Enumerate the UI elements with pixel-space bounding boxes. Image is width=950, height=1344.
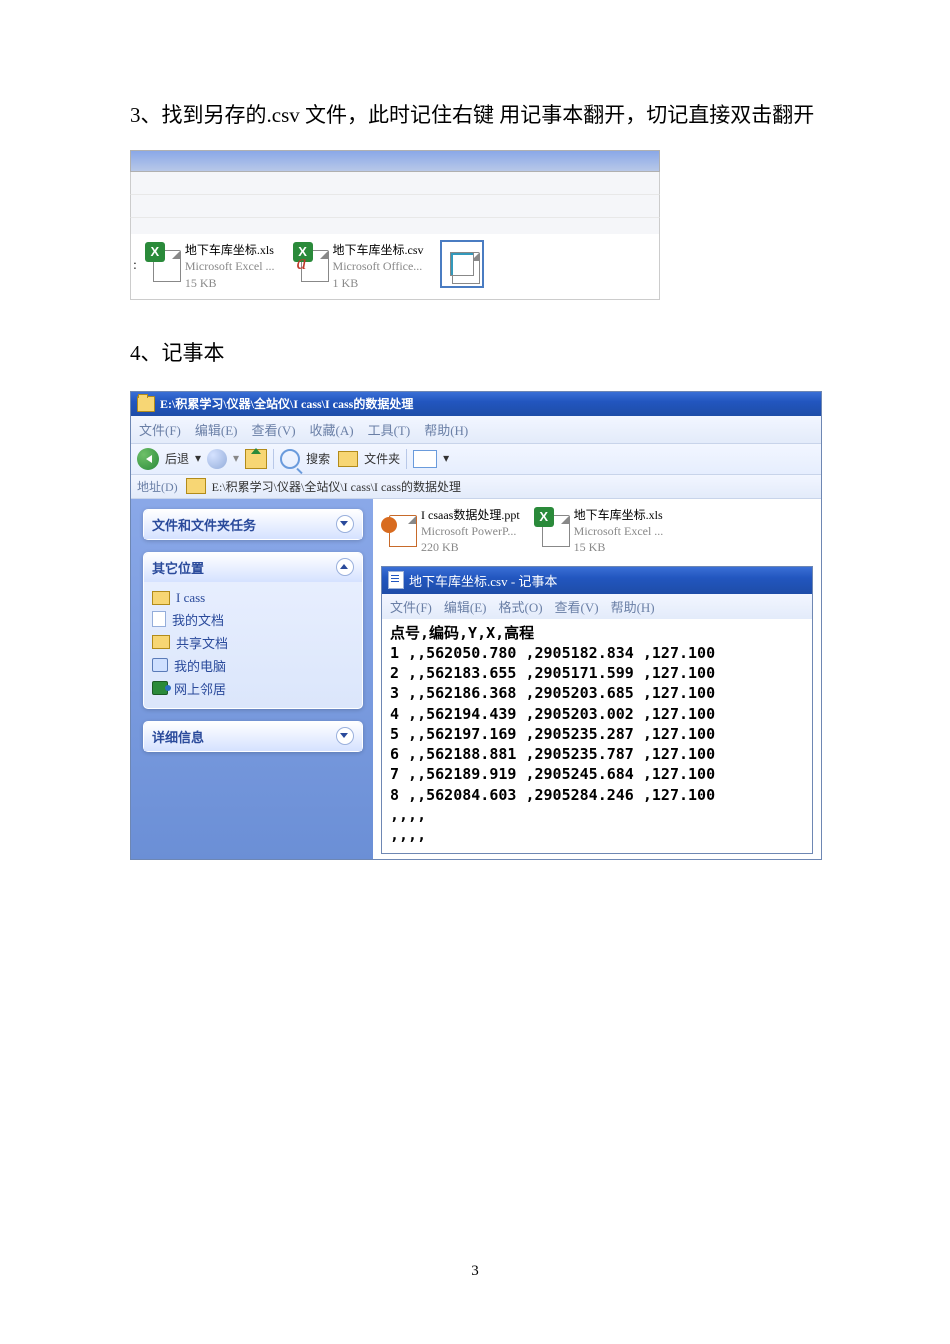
explorer-sidepanel: 文件和文件夹任务 其它位置 I cass 我的文档 共享文档 我的电脑 网上邻居… — [131, 499, 373, 859]
notepad-icon — [388, 571, 404, 589]
task-other-places[interactable]: 其它位置 I cass 我的文档 共享文档 我的电脑 网上邻居 — [143, 552, 363, 709]
back-button[interactable] — [137, 448, 159, 470]
nav-cass[interactable]: I cass — [152, 588, 354, 608]
file-tile-xls[interactable]: X 地下车库坐标.xlsMicrosoft Excel ...15 KB — [534, 507, 664, 556]
chevron-down-icon[interactable] — [336, 515, 354, 533]
paragraph-4: 4、记事本 — [130, 330, 820, 376]
search-icon[interactable] — [280, 449, 300, 469]
excel-icon: X — [534, 507, 570, 547]
generic-file-icon — [444, 244, 480, 284]
nav-network[interactable]: 网上邻居 — [152, 677, 354, 700]
folder-icon — [186, 478, 206, 494]
paragraph-3: 3、找到另存的.csv 文件，此时记住右键 用记事本翻开，切记直接双击翻开 — [130, 92, 820, 138]
file-tile-xls[interactable]: X 地下车库坐标.xls Microsoft Excel ... 15 KB — [145, 242, 275, 291]
up-button[interactable] — [245, 449, 267, 469]
folders-icon[interactable] — [338, 451, 358, 467]
notepad-content[interactable]: 点号,编码,Y,X,高程 1 ,,562050.780 ,2905182.834… — [382, 619, 812, 854]
folder-icon — [137, 396, 155, 412]
file-tile-selected[interactable] — [442, 242, 482, 286]
folder-icon — [152, 591, 170, 605]
chevron-down-icon[interactable] — [336, 727, 354, 745]
task-file-folder[interactable]: 文件和文件夹任务 — [143, 509, 363, 540]
network-icon — [152, 681, 168, 695]
address-bar[interactable]: 地址(D) E:\积累学习\仪器\全站仪\I cass\I cass的数据处理 — [131, 475, 821, 499]
notepad-menubar[interactable]: 文件(F)编辑(E)格式(O)查看(V)帮助(H) — [382, 594, 812, 619]
document-icon — [152, 611, 166, 627]
views-button[interactable] — [413, 450, 437, 468]
ppt-icon — [381, 507, 417, 547]
nav-mypc[interactable]: 我的电脑 — [152, 654, 354, 677]
notepad-window: 地下车库坐标.csv - 记事本 文件(F)编辑(E)格式(O)查看(V)帮助(… — [381, 566, 813, 855]
file-tile-csv[interactable]: Xa 地下车库坐标.csv Microsoft Office... 1 KB — [293, 242, 424, 291]
computer-icon — [152, 658, 168, 672]
excel-icon: X — [145, 242, 181, 282]
notepad-titlebar[interactable]: 地下车库坐标.csv - 记事本 — [382, 567, 812, 594]
explorer-menubar[interactable]: 文件(F)编辑(E)查看(V)收藏(A)工具(T)帮助(H) — [131, 416, 821, 443]
explorer-toolbar[interactable]: 后退▾ ▾ 搜索 文件夹 ▾ — [131, 443, 821, 475]
nav-mydocs[interactable]: 我的文档 — [152, 608, 354, 631]
folder-icon — [152, 635, 170, 649]
page-number: 3 — [0, 1263, 950, 1280]
explorer-content: I csaas数据处理.pptMicrosoft PowerP...220 KB… — [373, 499, 821, 859]
chevron-up-icon[interactable] — [336, 558, 354, 576]
nav-shared[interactable]: 共享文档 — [152, 631, 354, 654]
forward-button[interactable] — [207, 449, 227, 469]
explorer-titlebar[interactable]: E:\积累学习\仪器\全站仪\I cass\I cass的数据处理 — [131, 392, 821, 416]
task-details[interactable]: 详细信息 — [143, 721, 363, 752]
screenshot-explorer-notepad: E:\积累学习\仪器\全站仪\I cass\I cass的数据处理 文件(F)编… — [130, 391, 822, 860]
screenshot-file-tiles: : X 地下车库坐标.xls Microsoft Excel ... 15 KB… — [130, 150, 660, 300]
file-tile-ppt[interactable]: I csaas数据处理.pptMicrosoft PowerP...220 KB — [381, 507, 520, 556]
csv-icon: Xa — [293, 242, 329, 282]
